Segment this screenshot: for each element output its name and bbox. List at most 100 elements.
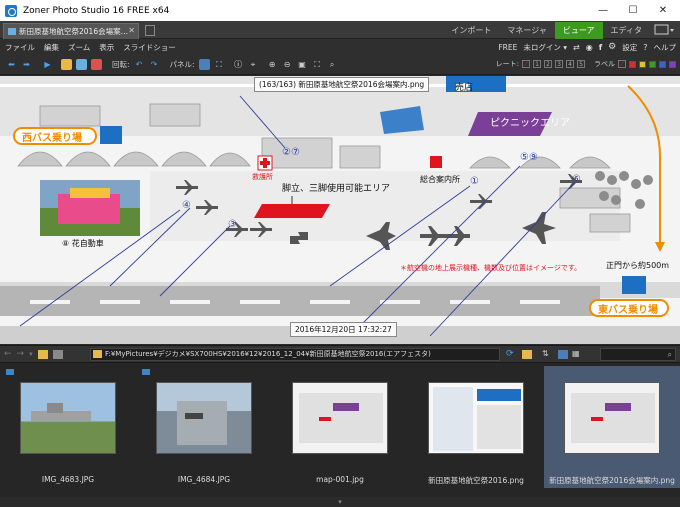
map-picnic: ピクニックエリア — [490, 118, 570, 129]
module-import[interactable]: インポート — [443, 22, 499, 39]
map-marker-4: ④ — [182, 200, 191, 211]
refresh-icon[interactable]: ⟳ — [506, 349, 514, 359]
login-menu[interactable]: 未ログイン ▾ — [523, 42, 567, 53]
zoom-out-icon[interactable]: ⊖ — [282, 59, 293, 70]
path-field[interactable]: F:¥MyPictures¥デジカメ¥SX700HS¥2016¥12¥2016_… — [90, 348, 500, 361]
menu-zoom[interactable]: ズーム — [63, 42, 94, 53]
map-marker-3: ③ — [228, 219, 237, 230]
monitor-icon — [654, 24, 674, 35]
label-green[interactable] — [649, 60, 656, 68]
label-red[interactable] — [629, 60, 636, 68]
help-link[interactable]: ヘルプ — [654, 42, 677, 53]
info-icon[interactable]: ⓘ — [233, 59, 244, 70]
thumbnail-image — [564, 382, 660, 454]
module-editor[interactable]: エディタ — [603, 22, 650, 39]
sort-icon[interactable]: ⇅ — [542, 349, 549, 358]
module-manager[interactable]: マネージャ — [499, 22, 554, 39]
map-notice: ＊航空機の地上展示機種、機数及び位置はイメージです。 — [400, 264, 582, 272]
new-tab-icon[interactable] — [145, 25, 155, 36]
view-mode-icon[interactable] — [558, 350, 568, 359]
label-blue[interactable] — [659, 60, 666, 68]
settings-link[interactable]: 設定 — [622, 42, 637, 53]
rating-none-icon[interactable]: ⁄ — [522, 60, 530, 68]
thumbnail-item[interactable]: IMG_4684.JPG — [136, 366, 272, 488]
nav-forward-icon[interactable]: → — [17, 349, 25, 359]
close-button[interactable]: ✕ — [648, 0, 678, 21]
menu-edit[interactable]: 編集 — [39, 42, 63, 53]
map-image — [0, 76, 680, 344]
forward-arrow-icon[interactable]: ➡ — [21, 59, 32, 70]
fullscreen-icon[interactable]: ⛶ — [312, 59, 323, 70]
menu-slideshow[interactable]: スライドショー — [118, 42, 180, 53]
rotate-label: 回転: — [112, 60, 130, 69]
help-icon[interactable]: ? — [643, 43, 647, 52]
panel-label: パネル: — [169, 60, 195, 69]
map-marker-1: ① — [470, 176, 479, 187]
nav-back-icon[interactable]: ← — [4, 349, 12, 359]
rotate-right-icon[interactable]: ↷ — [149, 59, 160, 70]
nav-history-icon[interactable]: ▾ — [29, 350, 33, 358]
map-marker-5-9: ⑤⑨ — [520, 152, 538, 163]
menu-view[interactable]: 表示 — [94, 42, 118, 53]
map-rescue: 救護所 — [252, 173, 273, 181]
map-float-number: ⑧ — [62, 239, 70, 248]
menu-file[interactable]: ファイル — [0, 42, 39, 53]
map-shop: 売店 — [455, 83, 474, 93]
map-gate-distance: 正門から約500m — [606, 261, 670, 270]
rss-icon[interactable]: ◉ — [586, 43, 593, 52]
rating-label: レート: — [495, 60, 519, 68]
open-folder-icon[interactable] — [61, 59, 72, 70]
folder-up-icon[interactable] — [37, 349, 48, 359]
thumbnail-filename: IMG_4684.JPG — [177, 475, 231, 484]
viewer-toolbar: ⬅ ➡ ▶ 回転: ↶ ↷ パネル: ⛶ ⓘ ⌖ ⊕ ⊖ ▣ ⛶ ⌕ レート: … — [0, 55, 680, 75]
filmstrip-toggle-icon[interactable]: ▾ — [0, 497, 680, 507]
play-icon[interactable]: ▶ — [42, 59, 53, 70]
thumbnail-item[interactable]: 新田原基地航空祭2016.png — [408, 366, 544, 488]
rating-4[interactable]: 4 — [566, 60, 574, 68]
minimize-button[interactable]: — — [588, 0, 618, 21]
copy-icon[interactable] — [76, 59, 87, 70]
folder-tree-icon[interactable] — [52, 349, 63, 359]
image-icon — [8, 28, 16, 35]
thumbnail-item[interactable]: IMG_4683.JPG — [0, 366, 136, 488]
label-none-icon[interactable]: ⁄ — [618, 60, 626, 68]
zoom-in-icon[interactable]: ⊕ — [267, 59, 278, 70]
panel-icon[interactable] — [198, 59, 210, 70]
rotate-left-icon[interactable]: ↶ — [134, 59, 145, 70]
close-tab-icon[interactable]: ✕ — [128, 26, 135, 35]
back-arrow-icon[interactable]: ⬅ — [6, 59, 17, 70]
date-info-label: 2016年12月20日 17:32:27 — [290, 322, 397, 337]
image-viewer[interactable]: (163/163) 新田原基地航空祭2016会場案内.png 2016年12月2… — [0, 76, 680, 344]
map-tripod-area: 脚立、三脚使用可能エリア — [282, 184, 391, 194]
raw-badge-icon — [142, 369, 150, 375]
zoom-actual-icon[interactable]: ⌕ — [327, 59, 338, 70]
facebook-icon[interactable]: f — [599, 43, 602, 52]
title-bar: Zoner Photo Studio 16 FREE x64 — ☐ ✕ — [0, 0, 680, 21]
rating-2[interactable]: 2 — [544, 60, 552, 68]
fit-window-icon[interactable]: ▣ — [297, 59, 308, 70]
thumbnail-image — [292, 382, 388, 454]
navigator-icon[interactable]: ⛶ — [214, 59, 225, 70]
map-pin-icon[interactable]: ⌖ — [248, 59, 259, 70]
search-icon: ⌕ — [667, 350, 672, 359]
filter-icon[interactable]: ▦ — [572, 349, 580, 358]
file-info-label: (163/163) 新田原基地航空祭2016会場案内.png — [254, 77, 430, 92]
label-purple[interactable] — [669, 60, 676, 68]
rating-5[interactable]: 5 — [577, 60, 585, 68]
label-yellow[interactable] — [639, 60, 646, 68]
thumbnail-image — [20, 382, 116, 454]
search-input[interactable]: ⌕ — [600, 348, 676, 361]
profile-menu-icon[interactable] — [654, 24, 676, 36]
document-tab[interactable]: 新田原基地航空祭2016会場案… ✕ — [3, 23, 139, 39]
rating-1[interactable]: 1 — [533, 60, 541, 68]
gear-icon[interactable]: ⚙ — [608, 42, 616, 52]
account-icon[interactable]: ⇄ — [573, 43, 580, 52]
thumbnail-filename: IMG_4683.JPG — [41, 475, 95, 484]
rating-3[interactable]: 3 — [555, 60, 563, 68]
thumbnail-item-selected[interactable]: 新田原基地航空祭2016会場案内.png — [544, 366, 680, 488]
module-viewer[interactable]: ビューア — [554, 22, 603, 39]
new-folder-icon[interactable] — [522, 350, 532, 359]
thumbnail-item[interactable]: map-001.jpg — [272, 366, 408, 488]
delete-icon[interactable] — [91, 59, 102, 70]
maximize-button[interactable]: ☐ — [618, 0, 648, 21]
